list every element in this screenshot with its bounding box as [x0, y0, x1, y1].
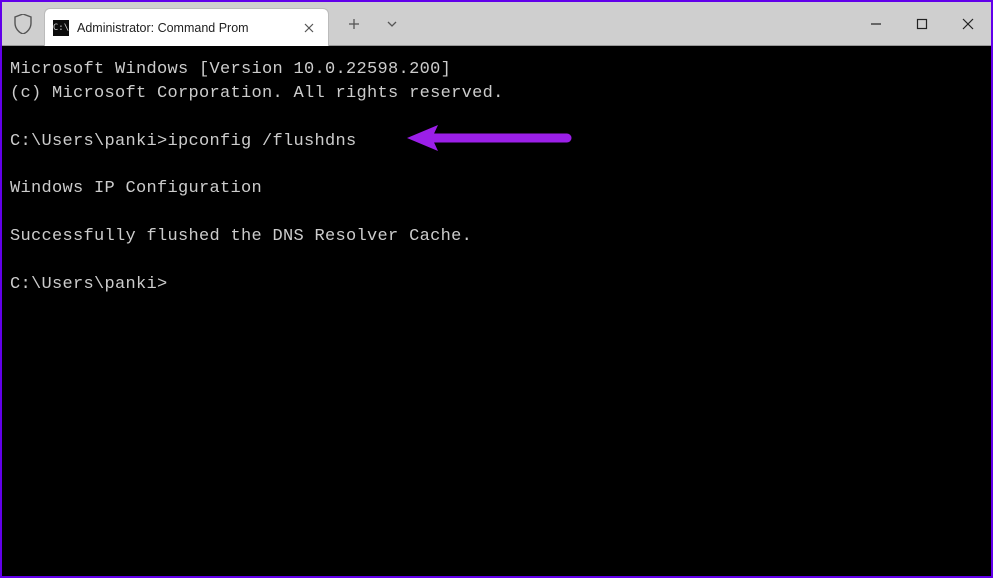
terminal-window: C:\ Administrator: Command Prom: [2, 2, 991, 576]
tab-actions: [337, 2, 409, 45]
tab-active[interactable]: C:\ Administrator: Command Prom: [44, 8, 329, 46]
cmd-icon-text: C:\: [53, 23, 69, 33]
tab-close-button[interactable]: [300, 19, 318, 37]
blank-line: [10, 249, 983, 273]
ip-config-header: Windows IP Configuration: [10, 177, 983, 201]
titlebar-spacer: [409, 2, 853, 45]
new-tab-button[interactable]: [337, 7, 371, 41]
shield-icon: [2, 2, 44, 45]
cmd-icon: C:\: [53, 20, 69, 36]
minimize-button[interactable]: [853, 2, 899, 46]
window-controls: [853, 2, 991, 45]
command-text: ipconfig /flushdns: [168, 132, 357, 151]
blank-line: [10, 201, 983, 225]
close-button[interactable]: [945, 2, 991, 46]
maximize-button[interactable]: [899, 2, 945, 46]
copyright-line: (c) Microsoft Corporation. All rights re…: [10, 82, 983, 106]
command-line-2: C:\Users\panki>: [10, 273, 983, 297]
tab-title: Administrator: Command Prom: [77, 21, 294, 35]
tab-dropdown-button[interactable]: [375, 7, 409, 41]
result-line: Successfully flushed the DNS Resolver Ca…: [10, 225, 983, 249]
prompt-2: C:\Users\panki>: [10, 275, 168, 294]
cursor: [168, 276, 177, 294]
titlebar: C:\ Administrator: Command Prom: [2, 2, 991, 46]
version-line: Microsoft Windows [Version 10.0.22598.20…: [10, 58, 983, 82]
annotation-arrow-icon: [402, 123, 572, 153]
prompt-1: C:\Users\panki>: [10, 132, 168, 151]
blank-line: [10, 153, 983, 177]
terminal-body[interactable]: Microsoft Windows [Version 10.0.22598.20…: [2, 46, 991, 576]
